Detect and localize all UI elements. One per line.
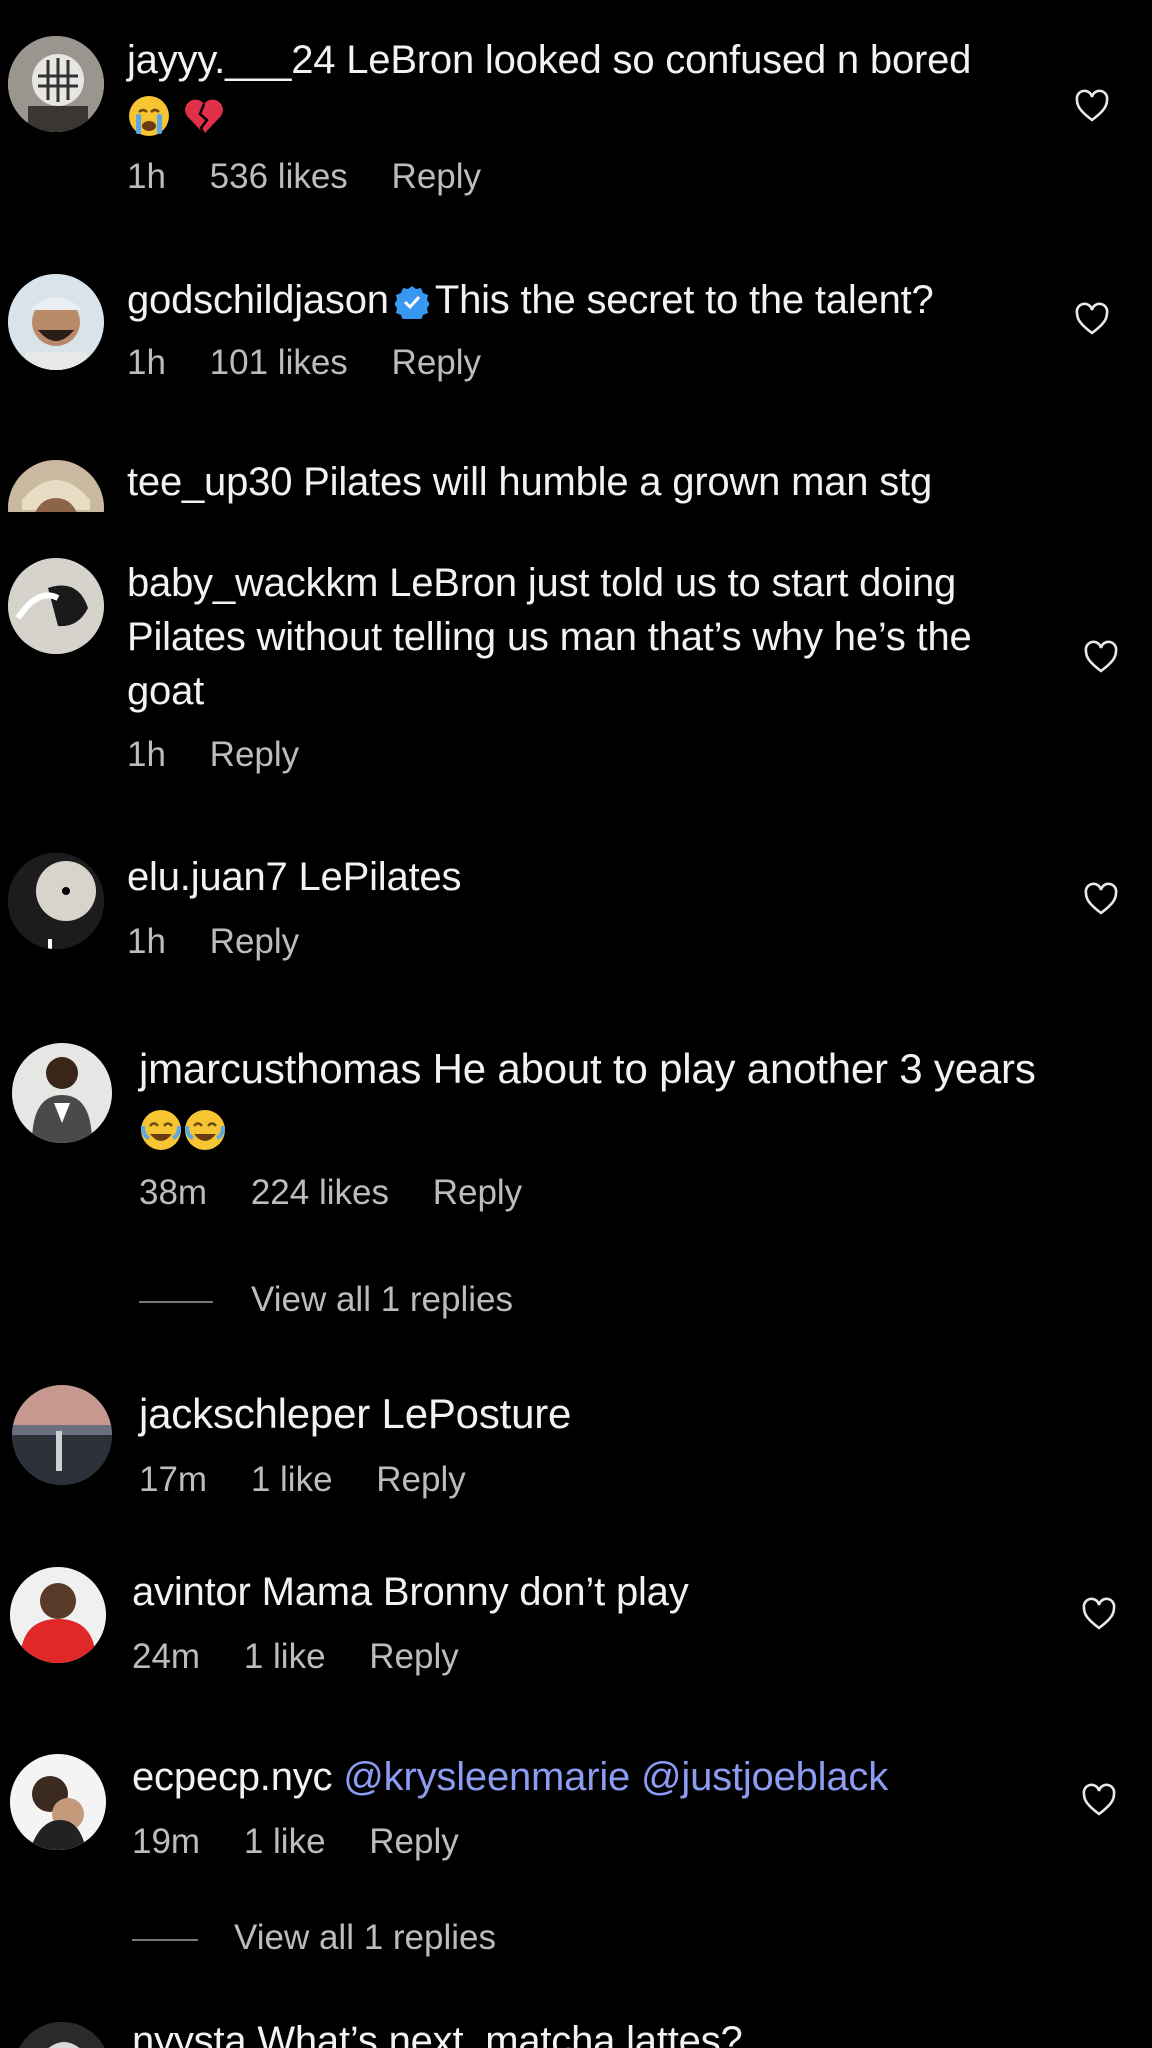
comment-time: 19m	[132, 1822, 201, 1861]
heart-outline-icon[interactable]	[1074, 89, 1110, 123]
comment-time: 24m	[132, 1637, 201, 1676]
comment-meta: 17m 1 like Reply	[139, 1460, 500, 1500]
view-replies-button[interactable]: View all 1 replies	[132, 1918, 496, 1958]
avatar[interactable]	[8, 558, 104, 654]
comment-likes[interactable]: 536 likes	[210, 157, 348, 197]
broken-heart-emoji-icon	[182, 94, 226, 138]
comment-username[interactable]: baby_wackkm	[127, 561, 378, 605]
mention-link[interactable]: @krysleenmarie	[343, 1755, 630, 1799]
reply-button[interactable]: Reply	[369, 1822, 458, 1862]
comment-text: nyysta What’s next, matcha lattes?	[132, 2014, 1052, 2048]
divider	[132, 1938, 198, 1941]
comment-text: tee_up30 Pilates will humble a grown man…	[127, 455, 1047, 509]
avatar[interactable]	[14, 2022, 110, 2048]
comment-username[interactable]: nyysta	[132, 2019, 247, 2048]
comment-likes[interactable]: 1 like	[251, 1460, 333, 1500]
comment-text: avintor Mama Bronny don’t play	[132, 1565, 1052, 1619]
comment-text: baby_wackkm LeBron just told us to start…	[127, 556, 1047, 718]
view-replies-button[interactable]: View all 1 replies	[139, 1280, 513, 1320]
comment-item: jayyy.___24 LeBron looked so confused n …	[0, 0, 1152, 220]
comment-item: nyysta What’s next, matcha lattes?	[0, 2010, 1152, 2048]
comment-username[interactable]: tee_up30	[127, 460, 292, 504]
comment-item: godschildjason This the secret to the tal…	[0, 260, 1152, 420]
comment-username[interactable]: elu.juan7	[127, 855, 288, 899]
comment-item: jackschleper LePosture 17m 1 like Reply	[0, 1385, 1152, 1515]
heart-outline-icon[interactable]	[1081, 1783, 1117, 1817]
comment-time: 1h	[127, 922, 166, 961]
comment-meta: 1h Reply	[127, 735, 333, 775]
comment-username[interactable]: jmarcusthomas	[139, 1045, 421, 1092]
comment-username[interactable]: godschildjason	[127, 278, 389, 322]
comment-text: jackschleper LePosture	[139, 1385, 1059, 1443]
comment-meta: 24m 1 like Reply	[132, 1637, 493, 1677]
comment-time: 1h	[127, 735, 166, 774]
comment-body: LePilates	[298, 855, 462, 899]
comment-meta: 1h 536 likes Reply	[127, 157, 515, 197]
heart-outline-icon[interactable]	[1074, 302, 1110, 336]
reply-button[interactable]: Reply	[369, 1637, 458, 1677]
comment-text: elu.juan7 LePilates	[127, 850, 1047, 904]
reply-button[interactable]: Reply	[210, 735, 299, 775]
reply-button[interactable]: Reply	[392, 157, 481, 197]
comment-likes[interactable]: 1 like	[244, 1822, 326, 1862]
comment-meta: 19m 1 like Reply	[132, 1822, 493, 1862]
comment-meta: 1h 101 likes Reply	[127, 343, 515, 383]
comment-body: Pilates will humble a grown man stg	[303, 460, 933, 504]
comment-item: tee_up30 Pilates will humble a grown man…	[0, 450, 1152, 512]
comment-text: jmarcusthomas He about to play another 3…	[139, 1040, 1039, 1156]
comment-time: 1h	[127, 343, 166, 382]
comment-body: This the secret to the talent?	[434, 278, 934, 322]
view-replies-label: View all 1 replies	[234, 1918, 496, 1957]
avatar[interactable]	[8, 460, 104, 512]
comment-likes[interactable]: 101 likes	[210, 343, 348, 383]
comment-username[interactable]: avintor	[132, 1570, 251, 1614]
reply-button[interactable]: Reply	[392, 343, 481, 383]
avatar[interactable]	[10, 1754, 106, 1850]
view-replies-label: View all 1 replies	[251, 1280, 513, 1319]
divider	[139, 1300, 213, 1303]
comment-likes[interactable]: 1 like	[244, 1637, 326, 1677]
comment-body: LeBron looked so confused n bored	[346, 38, 972, 82]
avatar[interactable]	[12, 1385, 112, 1485]
comment-body: What’s next, matcha lattes?	[257, 2019, 743, 2048]
reply-button[interactable]: Reply	[433, 1173, 522, 1213]
comment-meta: 1h Reply	[127, 922, 333, 962]
comment-item: ecpecp.nyc @krysleenmarie @justjoeblack …	[0, 1750, 1152, 1980]
heart-outline-icon[interactable]	[1081, 1597, 1117, 1631]
tears-of-joy-emoji-icon	[183, 1108, 227, 1152]
comment-body: Mama Bronny don’t play	[261, 1570, 689, 1614]
comment-time: 1h	[127, 157, 166, 196]
comment-item: avintor Mama Bronny don’t play 24m 1 lik…	[0, 1565, 1152, 1695]
avatar[interactable]	[12, 1043, 112, 1143]
comment-likes[interactable]: 224 likes	[251, 1173, 389, 1213]
comment-item: jmarcusthomas He about to play another 3…	[0, 1040, 1152, 1340]
comment-meta: 38m 224 likes Reply	[139, 1173, 556, 1213]
avatar[interactable]	[8, 853, 104, 949]
comment-text: godschildjason This the secret to the tal…	[127, 273, 1047, 327]
avatar[interactable]	[8, 36, 104, 132]
avatar[interactable]	[8, 274, 104, 370]
comment-text: ecpecp.nyc @krysleenmarie @justjoeblack	[132, 1750, 1052, 1804]
comment-username[interactable]: ecpecp.nyc	[132, 1755, 333, 1799]
reply-button[interactable]: Reply	[210, 922, 299, 962]
tears-of-joy-emoji-icon	[139, 1108, 183, 1152]
comment-time: 38m	[139, 1173, 208, 1212]
comment-body: LePosture	[381, 1390, 572, 1437]
comment-text: jayyy.___24 LeBron looked so confused n …	[127, 33, 1047, 141]
reply-button[interactable]: Reply	[376, 1460, 465, 1500]
avatar[interactable]	[10, 1567, 106, 1663]
comment-username[interactable]: jackschleper	[139, 1390, 370, 1437]
comment-time: 17m	[139, 1460, 208, 1499]
comment-body: He about to play another 3 years	[432, 1045, 1036, 1092]
heart-outline-icon[interactable]	[1083, 640, 1119, 674]
loudly-crying-face-emoji-icon	[127, 94, 171, 138]
verified-badge-icon	[394, 285, 429, 320]
heart-outline-icon[interactable]	[1083, 882, 1119, 916]
mention-link[interactable]: @justjoeblack	[641, 1755, 888, 1799]
comment-item: baby_wackkm LeBron just told us to start…	[0, 550, 1152, 800]
comment-item: elu.juan7 LePilates 1h Reply	[0, 848, 1152, 988]
comment-username[interactable]: jayyy.___24	[127, 38, 336, 82]
